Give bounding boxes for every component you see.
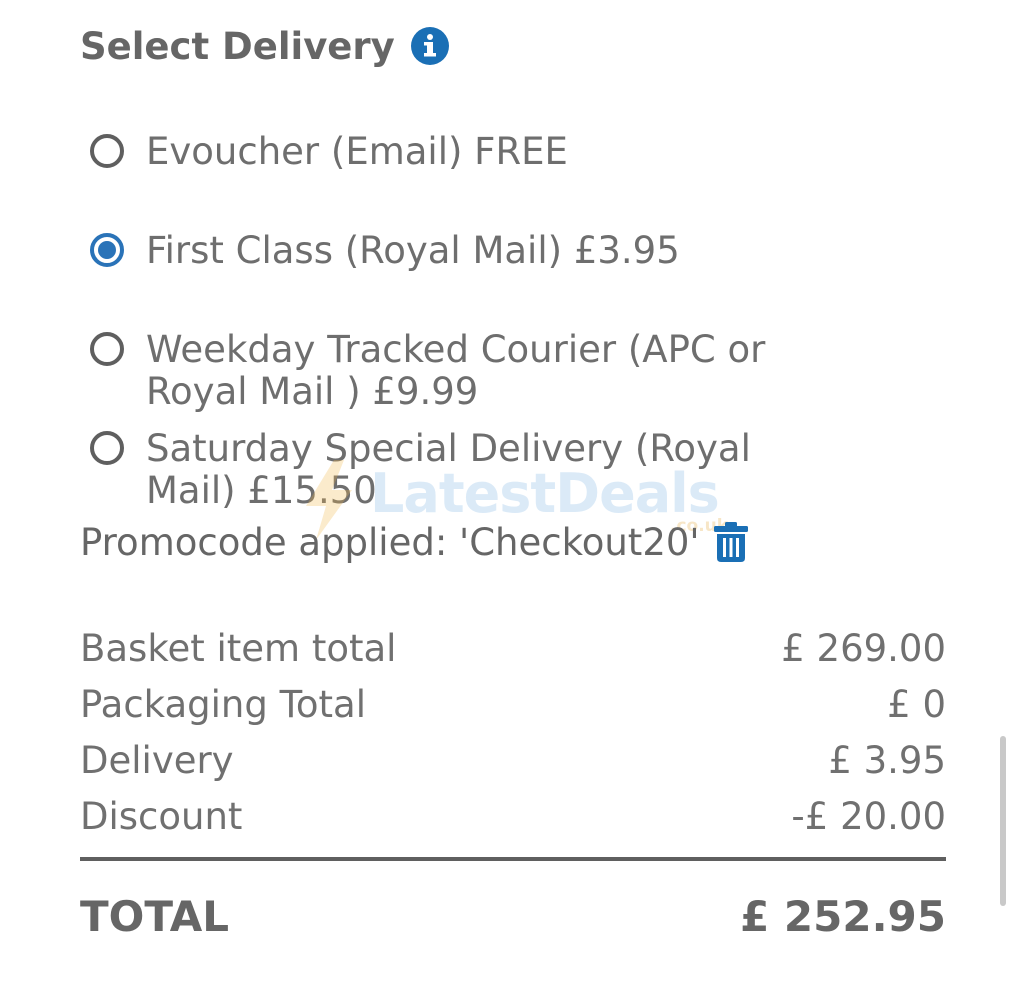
summary-row-discount: Discount -£ 20.00 <box>80 788 946 844</box>
summary-value: £ 3.95 <box>828 738 946 782</box>
total-value: £ 252.95 <box>740 892 946 941</box>
radio-first-class[interactable] <box>90 233 124 267</box>
summary-row-delivery: Delivery £ 3.95 <box>80 732 946 788</box>
summary-label: Basket item total <box>80 626 397 670</box>
order-summary: Basket item total £ 269.00 Packaging Tot… <box>80 620 946 844</box>
summary-value: £ 269.00 <box>781 626 946 670</box>
summary-label: Delivery <box>80 738 234 782</box>
summary-label: Packaging Total <box>80 682 366 726</box>
option-label: Evoucher (Email) FREE <box>146 130 568 173</box>
scrollbar[interactable] <box>1000 736 1006 906</box>
radio-saturday-special[interactable] <box>90 431 124 465</box>
option-label: Weekday Tracked Courier (APC or Royal Ma… <box>146 328 766 413</box>
summary-divider <box>80 857 946 861</box>
summary-row-basket-total: Basket item total £ 269.00 <box>80 620 946 676</box>
promo-applied: Promocode applied: 'Checkout20' <box>80 518 748 566</box>
radio-weekday-courier[interactable] <box>90 332 124 366</box>
summary-value: -£ 20.00 <box>791 794 946 838</box>
summary-row-packaging-total: Packaging Total £ 0 <box>80 676 946 732</box>
promo-text: Promocode applied: 'Checkout20' <box>80 520 700 564</box>
delivery-option-first-class[interactable]: First Class (Royal Mail) £3.95 <box>90 230 836 272</box>
radio-evoucher[interactable] <box>90 134 124 168</box>
summary-label: Discount <box>80 794 243 838</box>
total-label: TOTAL <box>80 892 230 941</box>
select-delivery-title: Select Delivery <box>80 24 395 68</box>
option-label: Saturday Special Delivery (Royal Mail) £… <box>146 427 751 512</box>
total-row: TOTAL £ 252.95 <box>80 892 946 941</box>
section-heading: Select Delivery <box>80 20 449 72</box>
delivery-option-saturday-special[interactable]: Saturday Special Delivery (Royal Mail) £… <box>90 428 836 512</box>
info-icon[interactable] <box>410 27 449 65</box>
trash-icon[interactable] <box>713 522 748 562</box>
delivery-option-weekday-courier[interactable]: Weekday Tracked Courier (APC or Royal Ma… <box>90 329 836 413</box>
delivery-option-evoucher[interactable]: Evoucher (Email) FREE <box>90 131 836 173</box>
summary-value: £ 0 <box>887 682 946 726</box>
option-label: First Class (Royal Mail) £3.95 <box>146 229 680 272</box>
